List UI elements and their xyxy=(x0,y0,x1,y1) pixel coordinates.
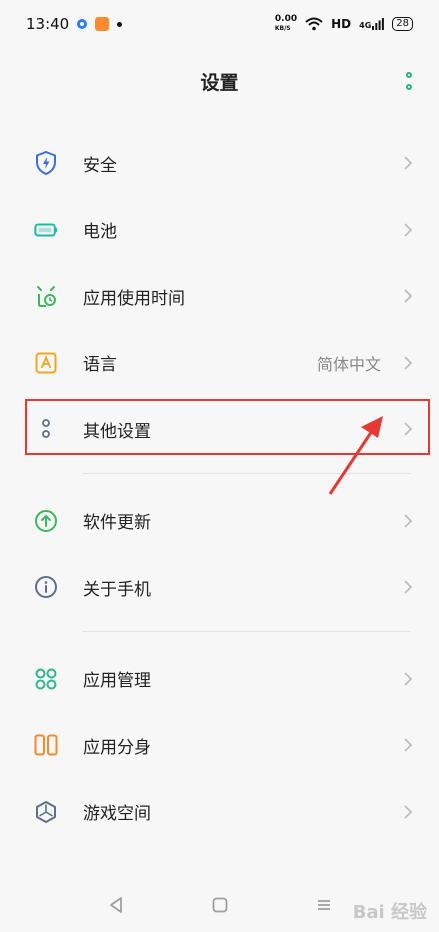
page-title: 设置 xyxy=(200,71,239,94)
language-value: 简体中文 xyxy=(316,354,381,374)
more-menu-icon[interactable] xyxy=(406,72,412,90)
network-speed: 0.00 KB/S xyxy=(275,15,297,33)
chevron-right-icon xyxy=(404,289,413,303)
settings-item-label: 应用使用时间 xyxy=(83,288,185,309)
battery-icon xyxy=(34,218,58,242)
settings-item-game-space[interactable]: 游戏空间 xyxy=(0,779,439,846)
chevron-right-icon xyxy=(404,514,413,528)
home-icon[interactable] xyxy=(211,896,229,914)
settings-item-security[interactable]: 安全 xyxy=(0,130,439,197)
info-icon xyxy=(34,575,58,599)
network-speed-unit: KB/S xyxy=(274,25,291,32)
game-space-icon xyxy=(34,800,58,824)
hd-label: HD xyxy=(331,17,352,31)
settings-item-label: 语言 xyxy=(83,355,117,376)
divider xyxy=(82,472,411,474)
settings-item-language[interactable]: 语言 简体中文 xyxy=(0,330,439,397)
chevron-right-icon xyxy=(404,156,413,170)
network-speed-value: 0.00 xyxy=(274,14,298,24)
header: 设置 xyxy=(0,48,439,114)
settings-item-label: 游戏空间 xyxy=(83,804,151,825)
divider xyxy=(82,630,411,632)
update-arrow-icon xyxy=(34,509,58,533)
language-a-icon xyxy=(34,351,58,375)
shield-icon xyxy=(34,151,58,176)
baidu-watermark: Bai 经验 xyxy=(352,902,427,923)
notification-app-icon xyxy=(77,19,88,29)
notification-app-icon-2 xyxy=(95,17,110,31)
signal-bars-icon xyxy=(372,18,385,30)
alarm-clock-icon xyxy=(34,284,58,308)
settings-item-app-management[interactable]: 应用管理 xyxy=(0,646,439,713)
wifi-icon xyxy=(305,17,323,31)
signal-label: 4G xyxy=(359,18,385,30)
settings-item-label: 应用分身 xyxy=(83,737,151,758)
settings-item-software-update[interactable]: 软件更新 xyxy=(0,488,439,555)
status-left: 13:40 xyxy=(26,15,123,33)
settings-item-about-phone[interactable]: 关于手机 xyxy=(0,554,439,621)
settings-item-label: 应用管理 xyxy=(83,671,151,692)
status-right: 0.00 KB/S HD 4G 28 xyxy=(275,15,413,33)
settings-item-app-usage-time[interactable]: 应用使用时间 xyxy=(0,263,439,330)
settings-item-label: 软件更新 xyxy=(83,513,151,534)
chevron-right-icon xyxy=(404,738,413,752)
notification-more-icon xyxy=(117,21,123,27)
dual-app-icon xyxy=(34,733,58,757)
status-time: 13:40 xyxy=(26,15,70,33)
settings-item-label: 关于手机 xyxy=(83,579,151,600)
chevron-right-icon xyxy=(404,223,413,237)
battery-indicator: 28 xyxy=(392,17,413,31)
chevron-right-icon xyxy=(404,672,413,686)
app-grid-icon xyxy=(34,667,58,691)
chevron-right-icon xyxy=(404,580,413,594)
settings-item-label: 电池 xyxy=(83,222,117,243)
settings-item-battery[interactable]: 电池 xyxy=(0,197,439,264)
settings-item-label: 安全 xyxy=(83,155,117,176)
settings-list: 安全 电池 应用使用时间 语言 简体中文 其他设置 软件更新 关于手机 应用管理… xyxy=(0,126,439,845)
chevron-right-icon xyxy=(404,356,413,370)
status-bar: 13:40 0.00 KB/S HD 4G 28 xyxy=(0,0,439,48)
back-icon[interactable] xyxy=(107,896,125,914)
settings-item-dual-apps[interactable]: 应用分身 xyxy=(0,712,439,779)
chevron-right-icon xyxy=(404,805,413,819)
recents-menu-icon[interactable] xyxy=(315,896,333,914)
signal-type: 4G xyxy=(359,21,372,30)
highlight-box xyxy=(25,399,430,455)
